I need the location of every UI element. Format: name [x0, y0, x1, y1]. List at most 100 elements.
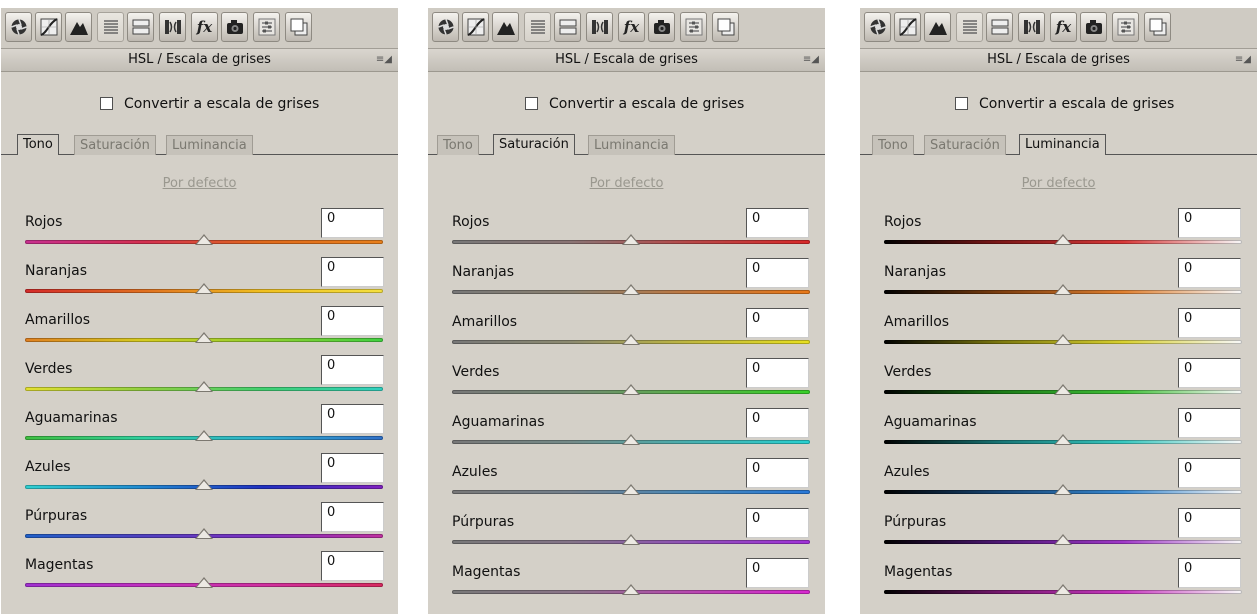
slider-value-input[interactable]: 0: [1178, 408, 1241, 438]
slider-value-input[interactable]: 0: [1178, 358, 1241, 388]
slider-thumb[interactable]: [195, 430, 213, 441]
detail-button[interactable]: [65, 12, 92, 42]
tab-saturacion[interactable]: Saturación: [493, 134, 575, 155]
tab-luminancia[interactable]: Luminancia: [588, 135, 675, 155]
tab-saturacion[interactable]: Saturación: [924, 135, 1006, 155]
slider-value-input[interactable]: 0: [321, 257, 384, 287]
slider-value-input[interactable]: 0: [746, 358, 809, 388]
slider-thumb[interactable]: [195, 479, 213, 490]
slider-value-input[interactable]: 0: [1178, 458, 1241, 488]
detail-button[interactable]: [924, 12, 951, 42]
camera-calibration-button[interactable]: [221, 12, 248, 42]
slider-value-input[interactable]: 0: [1178, 208, 1241, 238]
slider-value-input[interactable]: 0: [321, 404, 384, 434]
presets-button[interactable]: [680, 12, 707, 42]
default-link[interactable]: Por defecto: [428, 176, 825, 191]
effects-fx-button[interactable]: fx: [618, 12, 645, 42]
slider-value-input[interactable]: 0: [321, 502, 384, 532]
basic-adjustments-button[interactable]: [864, 12, 891, 42]
tab-tono[interactable]: Tono: [17, 134, 59, 155]
tab-tono[interactable]: Tono: [872, 135, 914, 155]
slider-thumb[interactable]: [622, 234, 640, 245]
presets-button[interactable]: [253, 12, 280, 42]
convert-grayscale-option[interactable]: Convertir a escala de grises: [1, 96, 398, 114]
slider-value-input[interactable]: 0: [321, 551, 384, 581]
slider-value-input[interactable]: 0: [1178, 258, 1241, 288]
panel-menu-icon[interactable]: ≡◢: [376, 54, 392, 65]
slider-thumb[interactable]: [195, 332, 213, 343]
default-link[interactable]: Por defecto: [860, 176, 1257, 191]
effects-fx-button[interactable]: fx: [1050, 12, 1077, 42]
tab-luminancia[interactable]: Luminancia: [1019, 134, 1106, 155]
slider-value-input[interactable]: 0: [1178, 508, 1241, 538]
slider-thumb[interactable]: [195, 381, 213, 392]
slider-thumb[interactable]: [622, 434, 640, 445]
slider-value-input[interactable]: 0: [746, 408, 809, 438]
split-toning-button[interactable]: [554, 12, 581, 42]
effects-fx-button[interactable]: fx: [191, 12, 218, 42]
slider-value-input[interactable]: 0: [321, 355, 384, 385]
slider-thumb[interactable]: [1054, 534, 1072, 545]
convert-grayscale-checkbox[interactable]: [955, 97, 968, 110]
slider-thumb[interactable]: [1054, 584, 1072, 595]
slider-value-input[interactable]: 0: [746, 308, 809, 338]
slider-thumb[interactable]: [622, 384, 640, 395]
slider-thumb[interactable]: [1054, 334, 1072, 345]
slider-thumb[interactable]: [1054, 384, 1072, 395]
basic-adjustments-button[interactable]: [432, 12, 459, 42]
panel-menu-icon[interactable]: ≡◢: [1235, 54, 1251, 65]
slider-thumb[interactable]: [622, 284, 640, 295]
hsl-grayscale-button[interactable]: [524, 12, 551, 42]
tab-luminancia[interactable]: Luminancia: [166, 135, 253, 155]
panel-menu-icon[interactable]: ≡◢: [803, 54, 819, 65]
slider-value-input[interactable]: 0: [746, 208, 809, 238]
camera-calibration-button[interactable]: [1080, 12, 1107, 42]
slider-value-input[interactable]: 0: [321, 306, 384, 336]
slider-value-input[interactable]: 0: [1178, 558, 1241, 588]
slider-value-input[interactable]: 0: [746, 458, 809, 488]
slider-thumb[interactable]: [1054, 434, 1072, 445]
slider-thumb[interactable]: [195, 234, 213, 245]
slider-thumb[interactable]: [622, 534, 640, 545]
slider-thumb[interactable]: [1054, 484, 1072, 495]
convert-grayscale-option[interactable]: Convertir a escala de grises: [428, 96, 825, 114]
detail-button[interactable]: [492, 12, 519, 42]
slider-thumb[interactable]: [195, 577, 213, 588]
slider-value-input[interactable]: 0: [321, 453, 384, 483]
lens-corrections-button[interactable]: [1018, 12, 1045, 42]
snapshots-button[interactable]: [1144, 12, 1171, 42]
slider-thumb[interactable]: [622, 334, 640, 345]
tab-saturacion[interactable]: Saturación: [74, 135, 156, 155]
slider-value-input[interactable]: 0: [746, 558, 809, 588]
default-link[interactable]: Por defecto: [1, 176, 398, 191]
slider-thumb[interactable]: [1054, 284, 1072, 295]
basic-adjustments-button[interactable]: [5, 12, 32, 42]
slider-value-input[interactable]: 0: [746, 258, 809, 288]
slider-value-input[interactable]: 0: [1178, 308, 1241, 338]
tab-tono[interactable]: Tono: [437, 135, 479, 155]
slider-thumb[interactable]: [622, 484, 640, 495]
hsl-grayscale-button[interactable]: [956, 12, 983, 42]
convert-grayscale-checkbox[interactable]: [525, 97, 538, 110]
slider-thumb[interactable]: [622, 584, 640, 595]
slider-value-input[interactable]: 0: [746, 508, 809, 538]
tone-curve-button[interactable]: [35, 12, 62, 42]
tone-curve-button[interactable]: [894, 12, 921, 42]
slider-row: Amarillos 0: [1, 306, 398, 354]
tone-curve-button[interactable]: [462, 12, 489, 42]
convert-grayscale-checkbox[interactable]: [100, 97, 113, 110]
snapshots-button[interactable]: [712, 12, 739, 42]
camera-calibration-button[interactable]: [648, 12, 675, 42]
lens-corrections-button[interactable]: [586, 12, 613, 42]
slider-thumb[interactable]: [195, 528, 213, 539]
lens-corrections-button[interactable]: [159, 12, 186, 42]
convert-grayscale-option[interactable]: Convertir a escala de grises: [860, 96, 1257, 114]
hsl-grayscale-button[interactable]: [97, 12, 124, 42]
split-toning-button[interactable]: [986, 12, 1013, 42]
slider-value-input[interactable]: 0: [321, 208, 384, 238]
presets-button[interactable]: [1112, 12, 1139, 42]
snapshots-button[interactable]: [285, 12, 312, 42]
split-toning-button[interactable]: [127, 12, 154, 42]
slider-thumb[interactable]: [195, 283, 213, 294]
slider-thumb[interactable]: [1054, 234, 1072, 245]
